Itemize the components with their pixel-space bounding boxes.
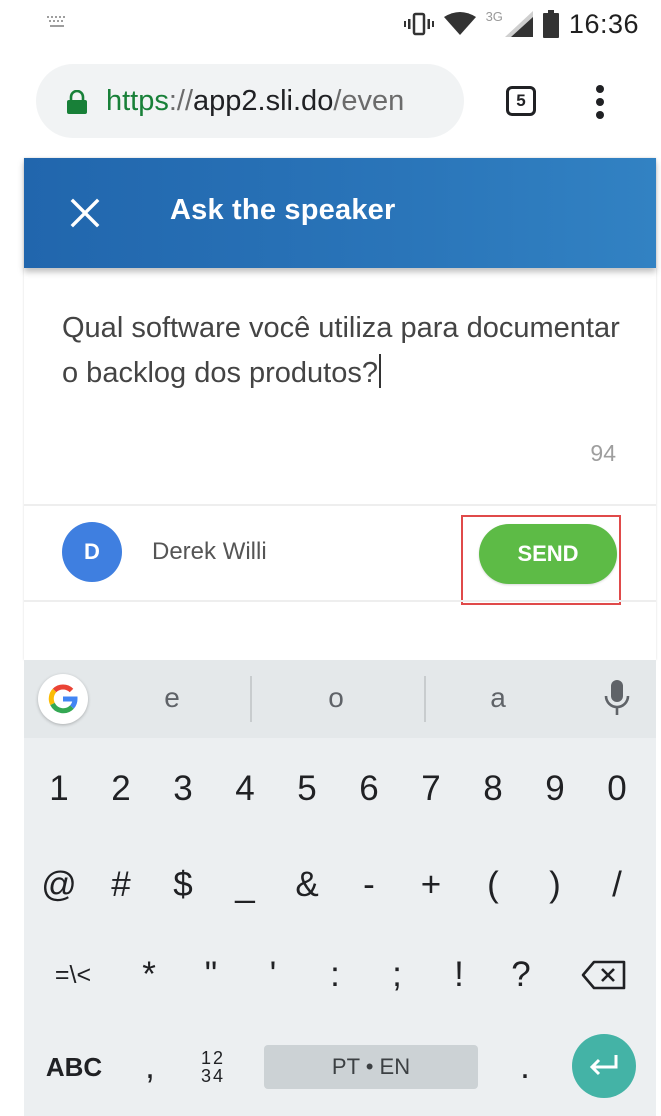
url-separator: :// [168,85,194,117]
user-name[interactable]: Derek Willi [152,538,267,566]
abc-key[interactable]: ABC [28,1024,120,1110]
question-text: Qual software você utiliza para document… [62,312,620,389]
battery-icon [542,10,559,38]
key-question[interactable]: ? [490,932,552,1018]
key-colon[interactable]: : [304,932,366,1018]
key-minus[interactable]: - [338,842,400,928]
url-path: /even [333,85,405,117]
status-bar: 3G 16:36 [0,0,661,48]
cell-signal-icon [504,11,533,37]
key-8[interactable]: 8 [462,746,524,832]
vibrate-icon [403,12,434,36]
text-cursor [379,354,381,388]
numpad-key-bottom: 34 [200,1066,226,1086]
key-double-quote[interactable]: " [180,932,242,1018]
suggestion-2[interactable]: o [296,682,376,714]
avatar[interactable]: D [62,522,122,582]
close-icon[interactable] [68,196,102,230]
char-counter: 94 [590,440,616,466]
numpad-key[interactable]: 12 34 [178,1024,248,1110]
key-underscore[interactable]: _ [214,842,276,928]
backspace-icon [581,960,626,990]
suggestion-separator [250,676,252,722]
ask-question-dialog: Ask the speaker Qual software você utili… [24,158,656,660]
key-dollar[interactable]: $ [152,842,214,928]
key-9[interactable]: 9 [524,746,586,832]
keyboard-notification-icon [47,16,65,27]
send-button[interactable]: SEND [479,524,617,584]
enter-arrow-icon [589,1055,618,1076]
key-2[interactable]: 2 [90,746,152,832]
google-logo-icon [48,684,78,714]
keyboard-row-symbols: @ # $ _ & - + ( ) / [24,842,656,928]
question-input[interactable]: Qual software você utiliza para document… [62,306,622,396]
key-ampersand[interactable]: & [276,842,338,928]
key-1[interactable]: 1 [28,746,90,832]
key-comma[interactable]: , [124,1024,176,1110]
key-slash[interactable]: / [586,842,648,928]
lock-icon [67,90,87,114]
url-text: https://app2.sli.do/even [106,84,404,118]
dialog-header: Ask the speaker [24,158,656,268]
address-bar[interactable]: https://app2.sli.do/even [36,64,464,138]
key-7[interactable]: 7 [400,746,462,832]
key-plus[interactable]: + [400,842,462,928]
key-period[interactable]: . [490,1024,560,1110]
key-semicolon[interactable]: ; [366,932,428,1018]
wifi-icon [443,12,476,35]
key-exclamation[interactable]: ! [428,932,490,1018]
microphone-icon[interactable] [604,678,630,718]
key-more-symbols[interactable]: =\< [28,932,118,1018]
divider [24,600,656,602]
key-single-quote[interactable]: ' [242,932,304,1018]
key-6[interactable]: 6 [338,746,400,832]
key-3[interactable]: 3 [152,746,214,832]
more-options-icon[interactable] [590,82,610,122]
divider [24,504,656,506]
keyboard-row-more-symbols: =\< * " ' : ; ! ? [24,932,656,1018]
suggestion-strip: e o a [24,660,656,738]
suggestion-3[interactable]: a [458,682,538,714]
key-hash[interactable]: # [90,842,152,928]
key-at[interactable]: @ [28,842,90,928]
suggestion-1[interactable]: e [132,682,212,714]
browser-toolbar: https://app2.sli.do/even 5 [0,48,661,158]
key-4[interactable]: 4 [214,746,276,832]
space-key[interactable]: PT • EN [264,1045,478,1089]
backspace-key[interactable] [564,932,644,1018]
key-open-paren[interactable]: ( [462,842,524,928]
suggestion-separator [424,676,426,722]
numpad-key-top: 12 [200,1048,226,1068]
key-0[interactable]: 0 [586,746,648,832]
status-icons: 3G 16:36 [403,8,639,40]
on-screen-keyboard: e o a 1 2 3 4 5 6 7 8 9 0 @ # $ _ & - + … [24,660,656,1116]
url-scheme: https [106,85,169,117]
keyboard-row-digits: 1 2 3 4 5 6 7 8 9 0 [24,746,656,832]
key-asterisk[interactable]: * [118,932,180,1018]
key-close-paren[interactable]: ) [524,842,586,928]
dialog-title: Ask the speaker [170,194,396,226]
google-search-button[interactable] [38,674,88,724]
keyboard-row-bottom: ABC , 12 34 PT • EN . [24,1024,656,1110]
key-5[interactable]: 5 [276,746,338,832]
url-host: app2.sli.do [193,85,334,117]
tab-switcher-button[interactable]: 5 [506,86,536,116]
network-type-label: 3G [485,8,503,24]
enter-key[interactable] [572,1034,636,1098]
clock: 16:36 [568,8,639,39]
